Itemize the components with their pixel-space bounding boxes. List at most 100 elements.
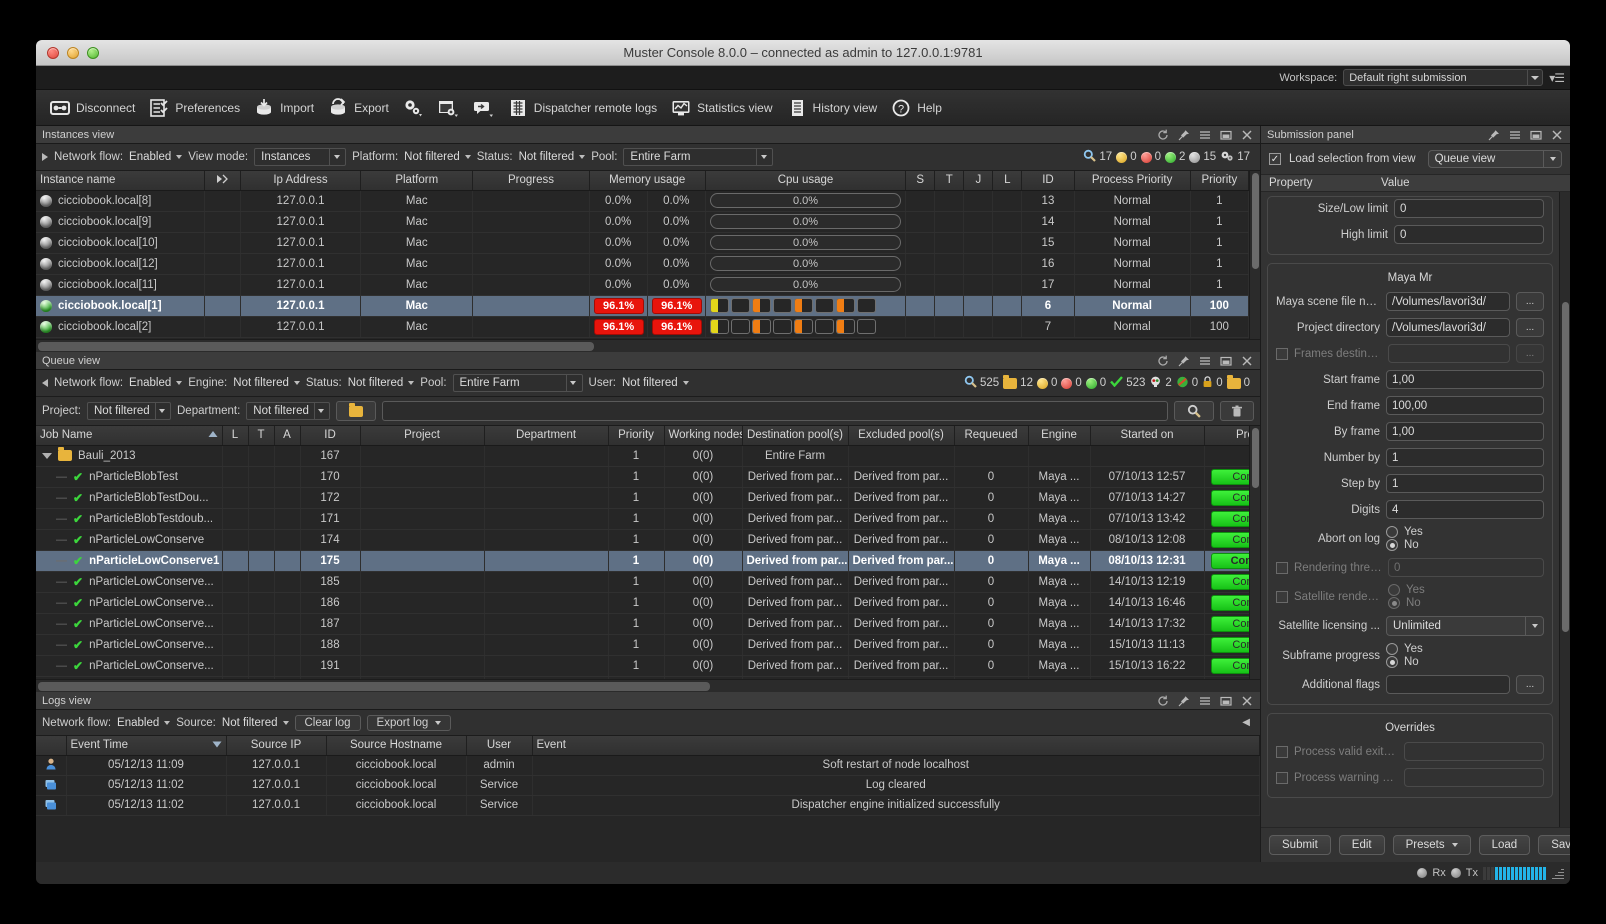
chevron-down-icon[interactable] [1452,843,1458,847]
table-row[interactable]: 05/12/13 11:02127.0.0.1cicciobook.localS… [36,775,1260,795]
process-valid-exit-field[interactable] [1404,742,1544,761]
col-event-time[interactable]: Event Time [66,736,226,755]
chevron-down-icon[interactable] [329,149,343,165]
toolbar-history-view-button[interactable]: History view [781,96,883,120]
satellite-rendering-no-radio[interactable]: No [1388,597,1425,609]
abort-on-log-no-radio[interactable]: No [1386,539,1423,551]
high-limit-field[interactable]: 0 [1394,225,1544,244]
queue-search-input[interactable] [382,401,1168,421]
table-row[interactable]: —✔nParticleLowConserve...18710(0)Derived… [36,613,1249,634]
rendering-threads-checkbox[interactable] [1276,562,1288,574]
col-destination-pools[interactable]: Destination pool(s) [742,426,848,445]
refresh-icon[interactable] [1157,695,1169,707]
table-row[interactable]: —✔nParticleLowConserve...18810(0)Derived… [36,634,1249,655]
col-progress[interactable]: Progress [1204,426,1249,445]
table-row[interactable]: —✔nParticleBlobTestdoub...17110(0)Derive… [36,508,1249,529]
additional-flags-browse-button[interactable]: ... [1516,675,1544,694]
chevron-down-icon[interactable] [1527,70,1542,85]
queue-vertical-scrollbar[interactable] [1249,426,1260,679]
table-row[interactable]: cicciobook.local[12]127.0.0.1Mac0.0%0.0%… [36,253,1249,274]
instances-pool-select[interactable]: Entire Farm [623,148,773,166]
additional-flags-field[interactable] [1386,675,1510,694]
table-row[interactable]: cicciobook.local[8]127.0.0.1Mac0.0%0.0%0… [36,190,1249,211]
table-row[interactable]: —✔nParticleLowConserve117510(0)Derived f… [36,550,1249,571]
table-row[interactable]: cicciobook.local[9]127.0.0.1Mac0.0%0.0%0… [36,211,1249,232]
table-row[interactable]: —✔nParticleBlobTestDou...17210(0)Derived… [36,487,1249,508]
satellite-rendering-yes-radio[interactable]: Yes [1388,584,1425,596]
chevron-down-icon[interactable] [435,721,441,725]
size-low-limit-field[interactable]: 0 [1394,199,1544,218]
table-row[interactable]: —✔nParticleLowConserve...19110(0)Derived… [36,655,1249,676]
instances-network-flow-select[interactable]: Enabled [129,151,182,163]
col-priority[interactable]: Priority [608,426,664,445]
table-row[interactable]: cicciobook.local[2]127.0.0.1Mac96.1%96.1… [36,316,1249,337]
submit-button[interactable]: Submit [1269,835,1331,855]
logs-collapse-button[interactable]: ◀ [1242,717,1254,728]
table-row[interactable]: cicciobook.local[10]127.0.0.1Mac0.0%0.0%… [36,232,1249,253]
menu-icon[interactable] [1199,355,1211,367]
load-selection-checkbox[interactable]: ✓ [1269,153,1281,165]
col-department[interactable]: Department [484,426,608,445]
table-row[interactable]: —✔nParticleLowConserve17410(0)Derived fr… [36,529,1249,550]
restore-icon[interactable] [1220,355,1232,367]
queue-status-select[interactable]: Not filtered [348,377,415,389]
process-warning-exit-checkbox[interactable] [1276,772,1288,784]
start-frame-field[interactable]: 1,00 [1386,370,1544,389]
table-row[interactable]: Bauli_201316710(0)Entire Farm [36,445,1249,466]
table-row[interactable]: cicciobook.local[1]127.0.0.1Mac96.1%96.1… [36,295,1249,316]
step-by-field[interactable]: 1 [1386,474,1544,493]
project-directory-field[interactable]: /Volumes/lavori3d/ [1386,318,1510,337]
presets-button[interactable]: Presets [1393,835,1471,855]
overflow-menu-icon[interactable]: ▾☰ [1549,71,1564,85]
queue-search-button[interactable] [1174,401,1214,421]
logs-source-select[interactable]: Not filtered [222,717,289,729]
table-row[interactable]: —✔nParticleBlobTest17010(0)Derived from … [36,466,1249,487]
instances-view-mode-select[interactable]: Instances [254,148,346,166]
col-t[interactable]: T [935,171,964,190]
restore-icon[interactable] [1530,129,1542,141]
col-flag[interactable] [204,171,240,190]
instances-platform-select[interactable]: Not filtered [404,151,471,163]
table-row[interactable]: 05/12/13 11:09127.0.0.1cicciobook.locala… [36,755,1260,775]
col-cpu-usage[interactable]: Cpu usage [705,171,905,190]
satellite-licensing-select[interactable]: Unlimited [1386,616,1544,636]
toolbar-preferences-button[interactable]: Preferences [143,96,245,120]
process-valid-exit-checkbox[interactable] [1276,746,1288,758]
subframe-prog-no-radio[interactable]: No [1386,656,1423,668]
col-source-hostname[interactable]: Source Hostname [326,736,466,755]
submission-source-view-select[interactable]: Queue view [1428,150,1562,168]
digits-field[interactable]: 4 [1386,500,1544,519]
col-progress[interactable]: Progress [473,171,589,190]
col-t[interactable]: T [248,426,274,445]
col-job-name[interactable]: Job Name [36,426,222,445]
load-button[interactable]: Load [1479,835,1531,855]
col-j[interactable]: J [964,171,993,190]
col-instance-name[interactable]: Instance name [36,171,204,190]
maya-scene-file-browse-button[interactable]: ... [1516,292,1544,311]
menu-icon[interactable] [1199,129,1211,141]
toolbar-message-button[interactable] [467,96,499,120]
toolbar-disconnect-button[interactable]: Disconnect [44,96,140,120]
pin-icon[interactable] [1178,355,1190,367]
col-working-nodes[interactable]: Working nodes [664,426,742,445]
process-warning-exit-field[interactable] [1404,768,1544,787]
chevron-down-icon[interactable] [1525,617,1543,635]
chevron-down-icon[interactable] [155,403,168,419]
frames-destination-browse-button[interactable]: ... [1516,344,1544,363]
queue-folder-button[interactable] [336,401,376,421]
queue-network-flow-select[interactable]: Enabled [129,377,182,389]
toolbar-export-button[interactable]: Export [322,96,394,120]
restore-icon[interactable] [1220,695,1232,707]
menu-icon[interactable] [1509,129,1521,141]
col-project[interactable]: Project [360,426,484,445]
queue-delete-button[interactable] [1220,401,1254,421]
col-l[interactable]: L [993,171,1022,190]
col-started-on[interactable]: Started on [1090,426,1204,445]
col-memory-usage[interactable]: Memory usage [589,171,705,190]
close-icon[interactable] [1241,129,1253,141]
table-row[interactable]: —✔nParticleLowConserve...18610(0)Derived… [36,592,1249,613]
col-requeued[interactable]: Requeued [954,426,1028,445]
toolbar-statistics-view-button[interactable]: Statistics view [665,96,777,120]
col-ip-address[interactable]: Ip Address [240,171,360,190]
col-source-ip[interactable]: Source IP [226,736,326,755]
